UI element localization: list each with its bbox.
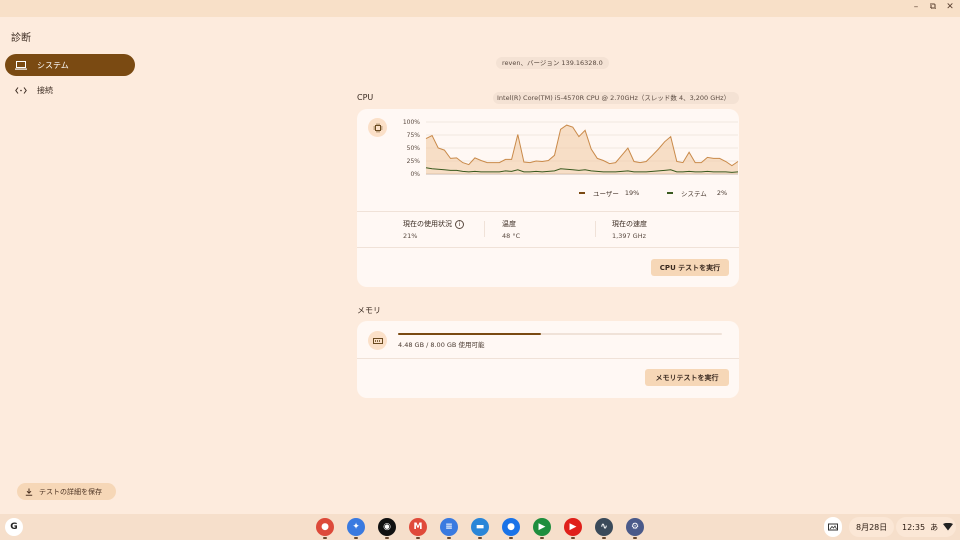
sidebar-item-connection[interactable]: 接続 bbox=[5, 79, 135, 101]
version-chip: reven、バージョン 139.16328.0 bbox=[496, 57, 609, 69]
cpu-section-title: CPU bbox=[357, 93, 374, 102]
memory-usage-bar bbox=[398, 333, 722, 335]
running-indicator bbox=[354, 537, 358, 539]
y-tick-label: 0% bbox=[410, 171, 420, 178]
legend-system-value: 2% bbox=[716, 189, 728, 197]
download-icon bbox=[25, 488, 33, 496]
ime-indicator: あ bbox=[930, 522, 939, 532]
running-indicator bbox=[509, 537, 513, 539]
processor-chip: Intel(R) Core(TM) i5-4570R CPU @ 2.70GHz… bbox=[493, 92, 739, 104]
legend-user-value: 19% bbox=[624, 189, 640, 197]
legend-user: ユーザー 19% bbox=[579, 188, 639, 198]
running-indicator bbox=[323, 537, 327, 539]
y-tick-label: 50% bbox=[407, 145, 421, 152]
running-indicator bbox=[385, 537, 389, 539]
run-memory-test-button[interactable]: メモリテストを実行 bbox=[645, 369, 729, 386]
running-indicator bbox=[540, 537, 544, 539]
files-icon[interactable]: ▬ bbox=[471, 518, 489, 536]
stat-divider bbox=[484, 221, 485, 237]
meet-icon[interactable]: ▶ bbox=[533, 518, 551, 536]
gemini-icon[interactable]: ✦ bbox=[347, 518, 365, 536]
speed-stat-value: 1,397 GHz bbox=[612, 232, 647, 240]
minimize-button[interactable]: – bbox=[910, 2, 922, 12]
restore-button[interactable]: ⧉ bbox=[927, 2, 939, 12]
running-indicator bbox=[602, 537, 606, 539]
date-pill[interactable]: 8月28日 bbox=[849, 517, 895, 537]
laptop-icon bbox=[15, 60, 29, 70]
stat-divider bbox=[595, 221, 596, 237]
gmail-icon[interactable]: M bbox=[409, 518, 427, 536]
running-indicator bbox=[571, 537, 575, 539]
running-indicator bbox=[416, 537, 420, 539]
legend-user-label: ユーザー bbox=[593, 190, 619, 198]
running-indicator bbox=[633, 537, 637, 539]
running-indicator bbox=[478, 537, 482, 539]
temperature-stat-value: 48 °C bbox=[502, 232, 521, 240]
sidebar-item-label: システム bbox=[37, 60, 69, 70]
window-title-bar: – ⧉ ✕ bbox=[0, 0, 960, 17]
date-text: 8月28日 bbox=[856, 522, 888, 532]
save-button-label: テストの詳細を保存 bbox=[39, 487, 102, 496]
app-title: 診断 bbox=[11, 33, 31, 44]
close-button[interactable]: ✕ bbox=[944, 2, 956, 12]
y-tick-label: 75% bbox=[407, 132, 421, 139]
y-tick-label: 100% bbox=[403, 119, 420, 126]
divider bbox=[357, 358, 739, 359]
diagnostics-icon[interactable]: ∿ bbox=[595, 518, 613, 536]
settings-icon[interactable]: ⚙ bbox=[626, 518, 644, 536]
screenshot-icon[interactable] bbox=[824, 517, 842, 537]
memory-usage-fill bbox=[398, 333, 541, 335]
launcher-button[interactable]: G bbox=[5, 518, 23, 536]
info-icon[interactable]: i bbox=[455, 219, 464, 229]
connection-icon bbox=[15, 86, 29, 95]
legend-system: システム 2% bbox=[667, 188, 727, 198]
youtube-icon[interactable]: ▶ bbox=[564, 518, 582, 536]
legend-system-swatch bbox=[667, 192, 673, 194]
y-tick-label: 25% bbox=[407, 158, 421, 165]
wifi-icon bbox=[943, 523, 954, 531]
memory-usage-text: 4.48 GB / 8.00 GB 使用可能 bbox=[398, 341, 485, 349]
messages-icon[interactable]: ● bbox=[502, 518, 520, 536]
chrome-icon[interactable]: ● bbox=[316, 518, 334, 536]
podcast-icon[interactable]: ◉ bbox=[378, 518, 396, 536]
speed-stat-label: 現在の速度 bbox=[612, 220, 647, 228]
time-text: 12:35 bbox=[902, 522, 926, 532]
temperature-stat-label: 温度 bbox=[502, 220, 516, 228]
docs-icon[interactable]: ≡ bbox=[440, 518, 458, 536]
memory-section-title: メモリ bbox=[357, 306, 381, 315]
divider bbox=[357, 247, 739, 248]
divider bbox=[357, 211, 739, 212]
usage-stat-label: 現在の使用状況 i bbox=[403, 219, 464, 229]
usage-label-text: 現在の使用状況 bbox=[403, 220, 452, 228]
save-test-details-button[interactable]: テストの詳細を保存 bbox=[17, 483, 116, 500]
run-cpu-test-button[interactable]: CPU テストを実行 bbox=[651, 259, 729, 276]
running-indicator bbox=[447, 537, 451, 539]
memory-icon bbox=[368, 331, 387, 350]
sidebar-item-system[interactable]: システム bbox=[5, 54, 135, 76]
status-tray[interactable]: 12:35 あ bbox=[896, 517, 956, 537]
cpu-usage-chart: 100% 75% 50% 25% 0% bbox=[403, 119, 739, 178]
usage-stat-value: 21% bbox=[403, 232, 418, 240]
legend-user-swatch bbox=[579, 192, 585, 194]
legend-system-label: システム bbox=[681, 190, 707, 198]
cpu-chip-icon bbox=[368, 118, 387, 137]
sidebar-item-label: 接続 bbox=[37, 85, 53, 95]
user-series-area bbox=[426, 125, 738, 174]
